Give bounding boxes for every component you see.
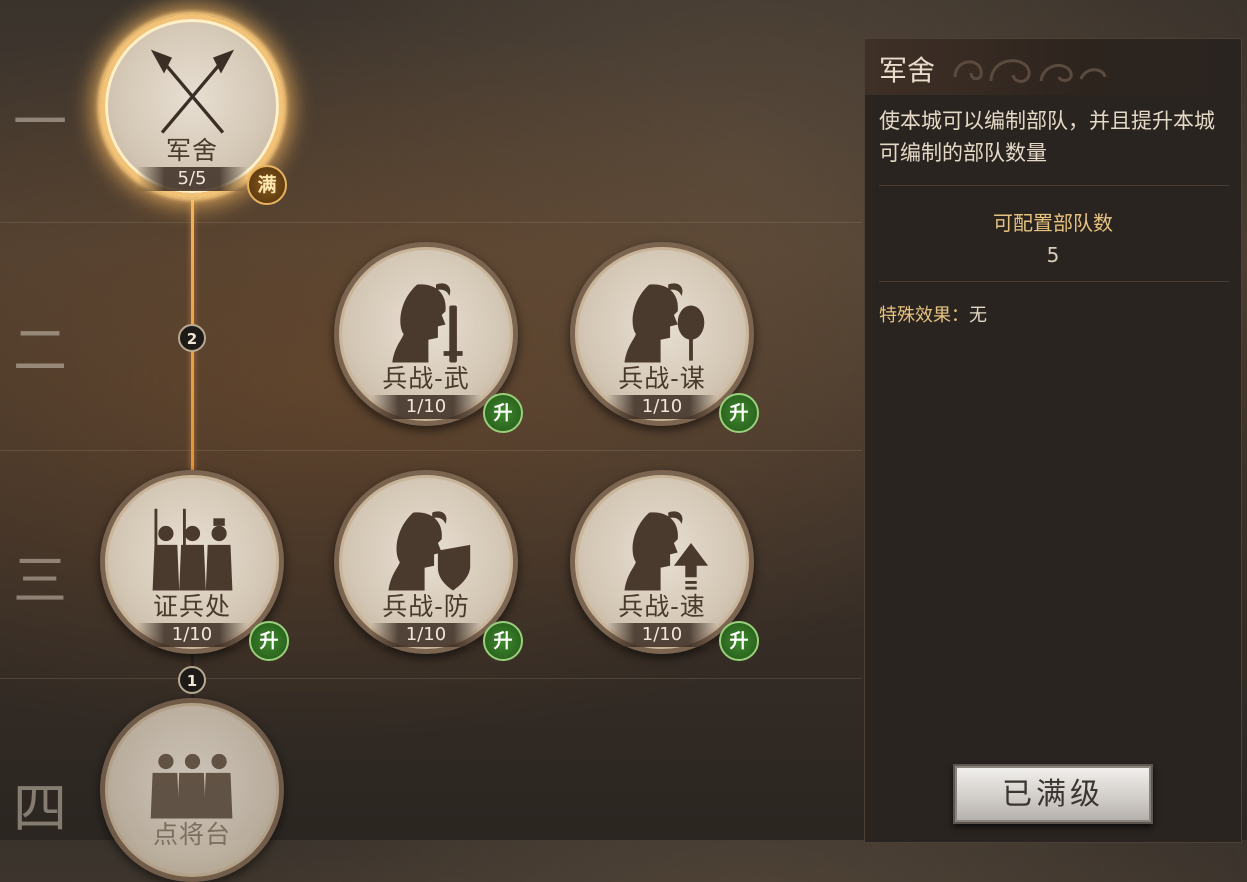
node-level: 1/10: [371, 395, 481, 419]
cloud-ornament-icon: [953, 59, 1107, 83]
node-name: 证兵处: [152, 592, 231, 621]
node-level: 1/10: [607, 623, 717, 647]
tech-node-war-strategy[interactable]: 兵战-谋 1/10 升: [570, 242, 759, 433]
tech-node-barracks[interactable]: 军舍 5/5 满: [100, 14, 287, 205]
tier-label-1: 一: [13, 91, 67, 154]
tier-label-3: 三: [13, 549, 67, 612]
tier-label-2: 二: [13, 319, 67, 382]
tier-divider: [0, 450, 862, 451]
upgrade-badge[interactable]: 升: [719, 393, 759, 433]
node-name: 军舍: [165, 136, 218, 165]
spearmen-group-icon: [152, 508, 233, 591]
crossed-spears-icon: [150, 49, 235, 134]
tech-node-general-platform[interactable]: 点将台: [100, 698, 284, 882]
soldier-fan-icon: [624, 283, 705, 363]
node-name: 兵战-谋: [618, 364, 706, 393]
upgrade-badge[interactable]: 升: [483, 393, 523, 433]
node-name: 点将台: [152, 820, 231, 849]
upgrade-badge[interactable]: 升: [249, 621, 289, 661]
upgrade-badge[interactable]: 升: [719, 621, 759, 661]
panel-divider: [879, 185, 1229, 186]
building-description: 使本城可以编制部队，并且提升本城可编制的部队数量: [879, 109, 1215, 165]
max-level-badge: 满: [247, 165, 287, 205]
tech-node-war-defense[interactable]: 兵战-防 1/10 升: [334, 470, 523, 661]
node-level: 1/10: [371, 623, 481, 647]
node-level: 1/10: [137, 623, 247, 647]
special-effect: 特殊效果：无: [879, 301, 987, 327]
generals-group-icon: [150, 753, 233, 819]
soldier-sword-icon: [392, 283, 463, 363]
node-name: 兵战-武: [382, 364, 470, 393]
special-effect-label: 特殊效果：: [879, 305, 969, 326]
node-name: 兵战-防: [382, 592, 470, 621]
soldier-shield-icon: [388, 511, 471, 591]
tier-divider: [0, 678, 862, 679]
requirement-badge: 1: [178, 666, 206, 694]
tech-node-war-speed[interactable]: 兵战-速 1/10 升: [570, 470, 759, 661]
requirement-badge: 2: [178, 324, 206, 352]
upgrade-badge[interactable]: 升: [483, 621, 523, 661]
panel-divider: [879, 281, 1229, 282]
node-level: 1/10: [607, 395, 717, 419]
panel-title: 军舍: [879, 54, 936, 87]
panel-header: 军舍: [865, 39, 1241, 95]
node-name: 兵战-速: [618, 592, 706, 621]
troop-capacity-value: 5: [1046, 243, 1060, 267]
tech-node-recruit-office[interactable]: 证兵处 1/10 升: [100, 470, 289, 661]
detail-panel: 军舍 使本城可以编制部队，并且提升本城可编制的部队数量 可配置部队数 5 特殊效…: [864, 38, 1242, 843]
max-level-button[interactable]: 已满级: [953, 764, 1153, 824]
soldier-arrow-up-icon: [624, 511, 709, 591]
special-effect-value: 无: [969, 305, 987, 326]
tech-node-war-might[interactable]: 兵战-武 1/10 升: [334, 242, 523, 433]
tier-label-4: 四: [13, 777, 67, 840]
troop-capacity-label: 可配置部队数: [993, 211, 1113, 235]
tier-divider: [0, 222, 862, 223]
node-level: 5/5: [137, 167, 247, 191]
